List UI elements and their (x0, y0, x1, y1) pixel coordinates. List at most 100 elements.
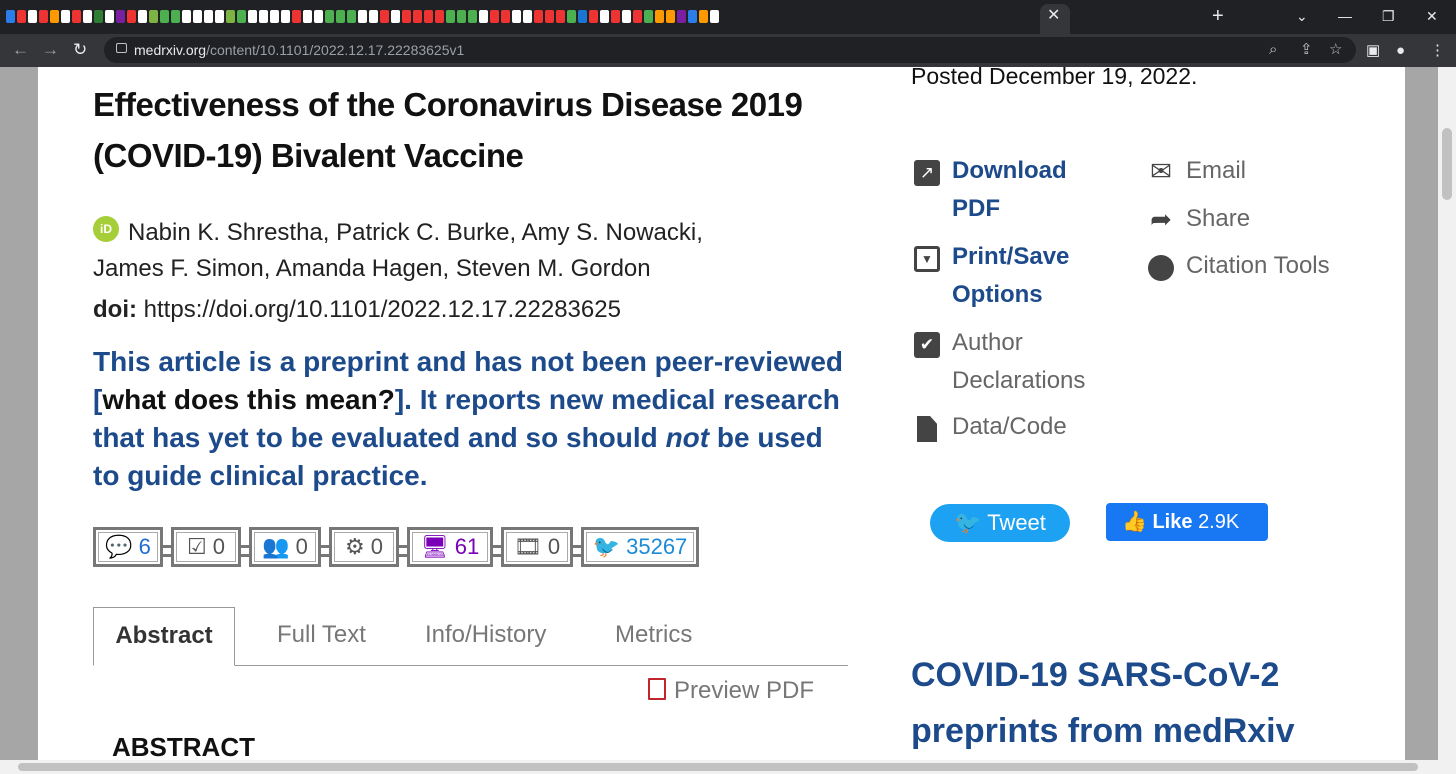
tab-favicon-icon[interactable] (512, 10, 521, 23)
tab-favicon-icon[interactable] (17, 10, 26, 23)
url-text[interactable]: medrxiv.org/content/10.1101/2022.12.17.2… (134, 42, 464, 58)
tab-favicon-icon[interactable] (292, 10, 301, 23)
tab-strip[interactable] (6, 7, 1036, 27)
forward-icon[interactable]: → (42, 39, 59, 61)
tab-favicon-icon[interactable] (226, 10, 235, 23)
tab-favicon-icon[interactable] (402, 10, 411, 23)
twitter-metric[interactable]: 🐦 35267 (581, 527, 699, 567)
author-list[interactable]: Nabin K. Shrestha, Patrick C. Burke, Amy… (93, 215, 753, 287)
tab-favicon-icon[interactable] (259, 10, 268, 23)
tab-favicon-icon[interactable] (600, 10, 609, 23)
tab-favicon-icon[interactable] (567, 10, 576, 23)
tab-favicon-icon[interactable] (534, 10, 543, 23)
tab-favicon-icon[interactable] (83, 10, 92, 23)
maximize-button[interactable]: ❐ (1382, 6, 1395, 26)
tab-favicon-icon[interactable] (116, 10, 125, 23)
tab-favicon-icon[interactable] (424, 10, 433, 23)
tab-favicon-icon[interactable] (237, 10, 246, 23)
tab-favicon-icon[interactable] (479, 10, 488, 23)
what-does-this-mean-link[interactable]: what does this mean? (102, 384, 395, 415)
tab-favicon-icon[interactable] (303, 10, 312, 23)
tab-favicon-icon[interactable] (72, 10, 81, 23)
tab-favicon-icon[interactable] (677, 10, 686, 23)
horizontal-scroll-thumb[interactable] (18, 763, 1418, 771)
tab-search-icon[interactable]: ⌄ (1296, 6, 1308, 26)
media-metric[interactable]: 🖥 61 (407, 527, 493, 567)
automated-metric[interactable]: ⚙ 0 (329, 527, 399, 567)
tab-favicon-icon[interactable] (490, 10, 499, 23)
tab-full-text[interactable]: Full Text (277, 607, 366, 663)
tab-favicon-icon[interactable] (160, 10, 169, 23)
tab-favicon-icon[interactable] (435, 10, 444, 23)
covid-preprints-heading[interactable]: COVID-19 SARS-CoV-2 preprints from medRx… (911, 647, 1331, 759)
tab-favicon-icon[interactable] (138, 10, 147, 23)
tab-favicon-icon[interactable] (501, 10, 510, 23)
tab-favicon-icon[interactable] (633, 10, 642, 23)
tab-favicon-icon[interactable] (556, 10, 565, 23)
tab-favicon-icon[interactable] (699, 10, 708, 23)
profile-icon[interactable]: ● (1396, 41, 1405, 61)
zoom-icon[interactable]: ⌕ (1269, 40, 1277, 60)
tab-favicon-icon[interactable] (105, 10, 114, 23)
tab-favicon-icon[interactable] (248, 10, 257, 23)
tab-favicon-icon[interactable] (94, 10, 103, 23)
tab-favicon-icon[interactable] (578, 10, 587, 23)
tab-favicon-icon[interactable] (358, 10, 367, 23)
community-metric[interactable]: 👥 0 (249, 527, 321, 567)
tab-favicon-icon[interactable] (655, 10, 664, 23)
minimize-button[interactable]: — (1338, 6, 1352, 26)
reload-icon[interactable]: ↻ (73, 39, 87, 61)
vertical-scroll-thumb[interactable] (1442, 128, 1452, 200)
tab-favicon-icon[interactable] (545, 10, 554, 23)
comments-metric[interactable]: 💬 6 (93, 527, 163, 567)
tab-favicon-icon[interactable] (710, 10, 719, 23)
facebook-like-button[interactable]: 👍 Like 2.9K (1106, 503, 1268, 541)
tab-favicon-icon[interactable] (204, 10, 213, 23)
tab-info-history[interactable]: Info/History (425, 607, 546, 663)
menu-icon[interactable]: ⋮ (1430, 41, 1445, 61)
tab-favicon-icon[interactable] (193, 10, 202, 23)
tab-favicon-icon[interactable] (39, 10, 48, 23)
tab-favicon-icon[interactable] (6, 10, 15, 23)
tweet-button[interactable]: 🐦 Tweet (930, 504, 1070, 542)
tab-favicon-icon[interactable] (347, 10, 356, 23)
tab-favicon-icon[interactable] (61, 10, 70, 23)
lock-icon[interactable] (116, 43, 127, 53)
tab-favicon-icon[interactable] (391, 10, 400, 23)
tab-favicon-icon[interactable] (413, 10, 422, 23)
tab-metrics[interactable]: Metrics (615, 607, 692, 663)
tab-favicon-icon[interactable] (50, 10, 59, 23)
close-window-button[interactable]: ✕ (1426, 6, 1438, 26)
tab-favicon-icon[interactable] (622, 10, 631, 23)
tab-favicon-icon[interactable] (325, 10, 334, 23)
tab-favicon-icon[interactable] (127, 10, 136, 23)
new-tab-button[interactable]: + (1212, 4, 1224, 28)
side-panel-icon[interactable]: ▣ (1366, 41, 1380, 61)
tab-favicon-icon[interactable] (666, 10, 675, 23)
bookmark-star-icon[interactable]: ☆ (1329, 40, 1342, 60)
tab-favicon-icon[interactable] (28, 10, 37, 23)
preview-pdf-link[interactable]: Preview PDF (648, 674, 814, 708)
video-metric[interactable]: 🎞 0 (501, 527, 573, 567)
tab-favicon-icon[interactable] (457, 10, 466, 23)
tab-favicon-icon[interactable] (281, 10, 290, 23)
tab-favicon-icon[interactable] (182, 10, 191, 23)
tab-favicon-icon[interactable] (589, 10, 598, 23)
reviews-metric[interactable]: ☑ 0 (171, 527, 241, 567)
tab-favicon-icon[interactable] (644, 10, 653, 23)
tab-favicon-icon[interactable] (171, 10, 180, 23)
tab-favicon-icon[interactable] (369, 10, 378, 23)
tab-favicon-icon[interactable] (270, 10, 279, 23)
tab-favicon-icon[interactable] (446, 10, 455, 23)
doi-link[interactable]: https://doi.org/10.1101/2022.12.17.22283… (144, 296, 621, 323)
tab-favicon-icon[interactable] (611, 10, 620, 23)
tab-abstract[interactable]: Abstract (93, 607, 235, 666)
share-page-icon[interactable]: ⇪ (1300, 40, 1313, 60)
tab-favicon-icon[interactable] (468, 10, 477, 23)
tab-favicon-icon[interactable] (149, 10, 158, 23)
tab-favicon-icon[interactable] (336, 10, 345, 23)
back-icon[interactable]: ← (12, 39, 29, 61)
tab-favicon-icon[interactable] (215, 10, 224, 23)
tab-favicon-icon[interactable] (380, 10, 389, 23)
tab-favicon-icon[interactable] (314, 10, 323, 23)
